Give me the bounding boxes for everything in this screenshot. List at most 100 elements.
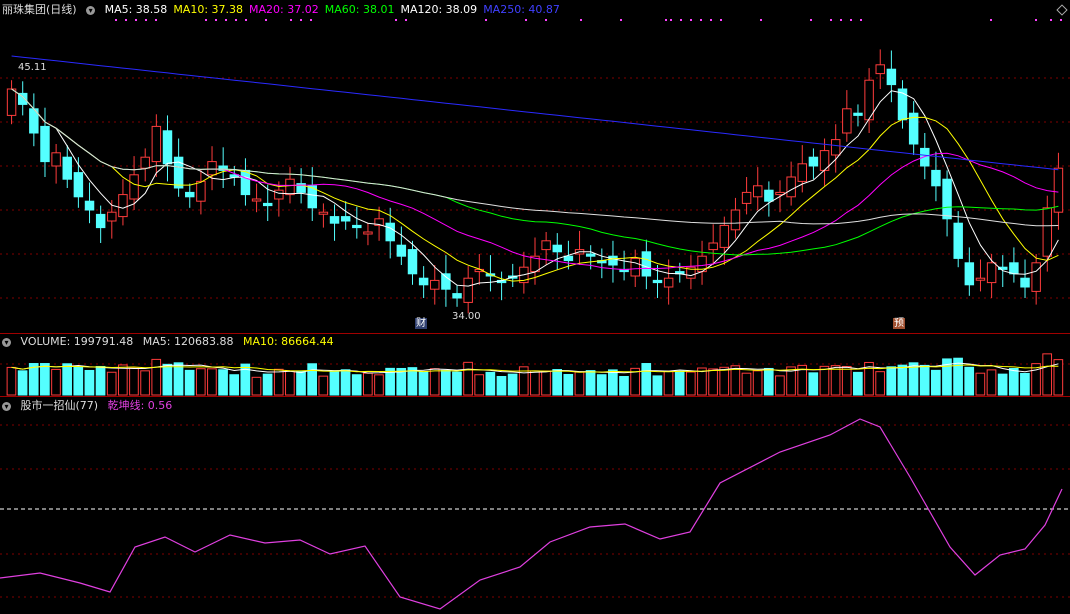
tag-cai[interactable]: 财 [415, 318, 427, 329]
tag-yu[interactable]: 预 [893, 318, 905, 329]
candle-body [797, 163, 808, 182]
candle-body [6, 88, 17, 116]
candle-body [830, 139, 841, 156]
candle-body [385, 222, 395, 242]
signal-dot [135, 19, 137, 21]
indicator-panel[interactable]: ▾ 股市一招仙(77) 乾坤线: 0.56 [0, 397, 1070, 614]
signal-dot [810, 19, 812, 21]
candle-body [251, 198, 262, 202]
signal-dot [290, 19, 292, 21]
candle-body [1053, 167, 1064, 213]
indicator-settings-icon[interactable]: ▾ [2, 401, 11, 411]
volume-bar [741, 372, 752, 396]
candle-body [663, 277, 674, 288]
ma-label-0: MA5: 38.58 [104, 3, 168, 16]
candle-body [363, 231, 373, 235]
volume-bar [641, 363, 652, 396]
candle-body [118, 194, 128, 218]
volume-bar [541, 370, 551, 396]
signal-dot [665, 19, 667, 21]
signal-dot [670, 19, 672, 21]
candle-body [1031, 262, 1041, 292]
volume-bar [273, 368, 284, 396]
signal-dot [720, 19, 722, 21]
candle-body [641, 251, 652, 277]
signal-dot [760, 19, 762, 21]
candle-body [886, 68, 897, 86]
volume-bar [129, 367, 139, 396]
qiankun-line [0, 418, 1063, 610]
volume-bar [752, 370, 763, 396]
signal-dot [125, 19, 127, 21]
volume-bar [563, 373, 574, 396]
indicator-name: 股市一招仙(77) [20, 399, 99, 412]
candle-body [975, 277, 986, 281]
signal-dot [485, 19, 487, 21]
volume-bar [552, 369, 563, 396]
volume-bar [585, 370, 596, 396]
candle-body [51, 152, 61, 167]
indicator-chart[interactable] [0, 397, 1070, 614]
price-chart[interactable] [0, 0, 1070, 333]
candle-body [207, 161, 217, 176]
signal-dot [840, 19, 842, 21]
candle-body [764, 189, 774, 202]
volume-bar [463, 361, 473, 396]
candle-body [1042, 207, 1053, 257]
signal-dot [265, 19, 267, 21]
volume-bar [285, 370, 295, 396]
price-panel[interactable]: 丽珠集团(日线) ▾ MA5: 38.58 MA10: 37.38 MA20: 37… [0, 0, 1070, 334]
candle-body [585, 253, 596, 257]
volume-bar [318, 375, 329, 396]
signal-dot [830, 19, 832, 21]
high-price-label: 45.11 [18, 62, 47, 73]
candle-body [318, 211, 329, 215]
volume-bar [307, 363, 317, 396]
candle-body [563, 255, 574, 262]
volume-bar [229, 374, 240, 396]
candle-body [95, 213, 106, 229]
volume-bar [997, 373, 1008, 396]
signal-dot [860, 19, 862, 21]
candle-body [786, 176, 796, 198]
volume-bar [351, 374, 362, 396]
volume-bar [919, 364, 930, 396]
volume-bar [452, 371, 462, 396]
volume-bar [51, 368, 61, 396]
candle-body [463, 277, 473, 303]
candle-body [185, 191, 195, 198]
volume-bar [418, 371, 429, 396]
signal-dot [700, 19, 702, 21]
volume-bar [106, 371, 117, 396]
volume-bar [262, 373, 273, 396]
volume-bar [708, 368, 718, 396]
volume-bar [374, 374, 384, 396]
signal-dot [990, 19, 992, 21]
candle-body [853, 112, 863, 116]
candle-body [452, 293, 462, 299]
volume-bar [530, 370, 540, 396]
settings-circle-icon[interactable]: ▾ [86, 5, 96, 15]
candle-body [953, 222, 963, 259]
candle-body [430, 279, 440, 290]
signal-dot [680, 19, 682, 21]
candle-body [196, 180, 206, 202]
signal-dot [235, 19, 237, 21]
signal-dot [690, 19, 692, 21]
ma-legend: MA5: 38.58 MA10: 37.38 MA20: 37.02 MA60: 38… [105, 3, 566, 16]
volume-bar [663, 370, 674, 396]
volume-settings-icon[interactable]: ▾ [2, 337, 11, 347]
candle-body [608, 255, 618, 266]
volume-panel[interactable]: ▾ VOLUME: 199791.48 MA5: 120683.88 MA10:… [0, 334, 1070, 397]
candle-body [897, 88, 908, 121]
stock-name: 丽珠集团 [2, 3, 46, 16]
volume-bar [40, 363, 50, 396]
candle-body [730, 209, 741, 231]
candle-body [240, 169, 251, 196]
candle-body [1009, 262, 1019, 275]
ma-label-5: MA250: 40.87 [483, 3, 560, 16]
volume-bar [841, 365, 852, 396]
volume-bar [1042, 353, 1053, 396]
candle-body [418, 277, 429, 286]
ma-label-3: MA60: 38.01 [324, 3, 395, 16]
